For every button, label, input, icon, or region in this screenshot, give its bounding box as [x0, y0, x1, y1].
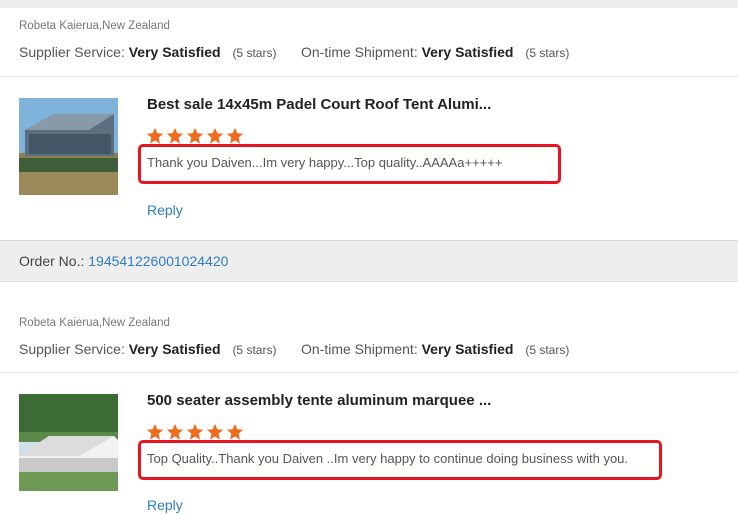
rating-stars	[146, 423, 244, 441]
top-strip	[0, 0, 738, 8]
star-icon	[226, 127, 244, 144]
star-icon	[166, 127, 184, 144]
star-icon	[166, 423, 184, 440]
ratings-row: Supplier Service: Very Satisfied (5 star…	[19, 44, 569, 60]
order-number-row: Order No.: 194541226001024420	[19, 253, 228, 269]
shipment-value: Very Satisfied	[421, 44, 514, 60]
reply-link[interactable]: Reply	[147, 202, 183, 218]
product-thumbnail[interactable]	[19, 98, 118, 195]
star-icon	[146, 423, 164, 440]
ratings-row: Supplier Service: Very Satisfied (5 star…	[19, 341, 569, 357]
order-bar: Order No.: 194541226001024420	[0, 240, 738, 282]
product-title[interactable]: 500 seater assembly tente aluminum marqu…	[147, 392, 491, 409]
review-comment: Top Quality..Thank you Daiven ..Im very …	[147, 451, 629, 466]
buyer-info: Robeta Kaierua,New Zealand	[19, 20, 170, 32]
product-thumbnail[interactable]	[19, 394, 118, 491]
shipment-label: On-time Shipment:	[301, 44, 418, 60]
review-comment: Thank you Daiven...Im very happy...Top q…	[147, 155, 503, 170]
shipment-stars: (5 stars)	[525, 343, 570, 357]
star-icon	[206, 423, 224, 440]
shipment-rating: On-time Shipment: Very Satisfied (5 star…	[301, 341, 569, 357]
rating-stars	[146, 127, 244, 145]
reply-link[interactable]: Reply	[147, 497, 183, 513]
divider	[0, 372, 738, 373]
buyer-info: Robeta Kaierua,New Zealand	[19, 317, 170, 329]
shipment-value: Very Satisfied	[421, 341, 514, 357]
order-number-link[interactable]: 194541226001024420	[88, 253, 228, 269]
shipment-rating: On-time Shipment: Very Satisfied (5 star…	[301, 44, 569, 60]
order-label: Order No.:	[19, 253, 85, 269]
star-icon	[206, 127, 224, 144]
supplier-service-stars: (5 stars)	[232, 343, 277, 357]
supplier-service-value: Very Satisfied	[128, 44, 221, 60]
star-icon	[186, 423, 204, 440]
supplier-service-value: Very Satisfied	[128, 341, 221, 357]
supplier-service-label: Supplier Service:	[19, 44, 125, 60]
supplier-service-stars: (5 stars)	[232, 46, 277, 60]
shipment-stars: (5 stars)	[525, 46, 570, 60]
supplier-service-label: Supplier Service:	[19, 341, 125, 357]
divider	[0, 76, 738, 77]
star-icon	[186, 127, 204, 144]
star-icon	[226, 423, 244, 440]
star-icon	[146, 127, 164, 144]
product-title[interactable]: Best sale 14x45m Padel Court Roof Tent A…	[147, 96, 491, 113]
shipment-label: On-time Shipment:	[301, 341, 418, 357]
